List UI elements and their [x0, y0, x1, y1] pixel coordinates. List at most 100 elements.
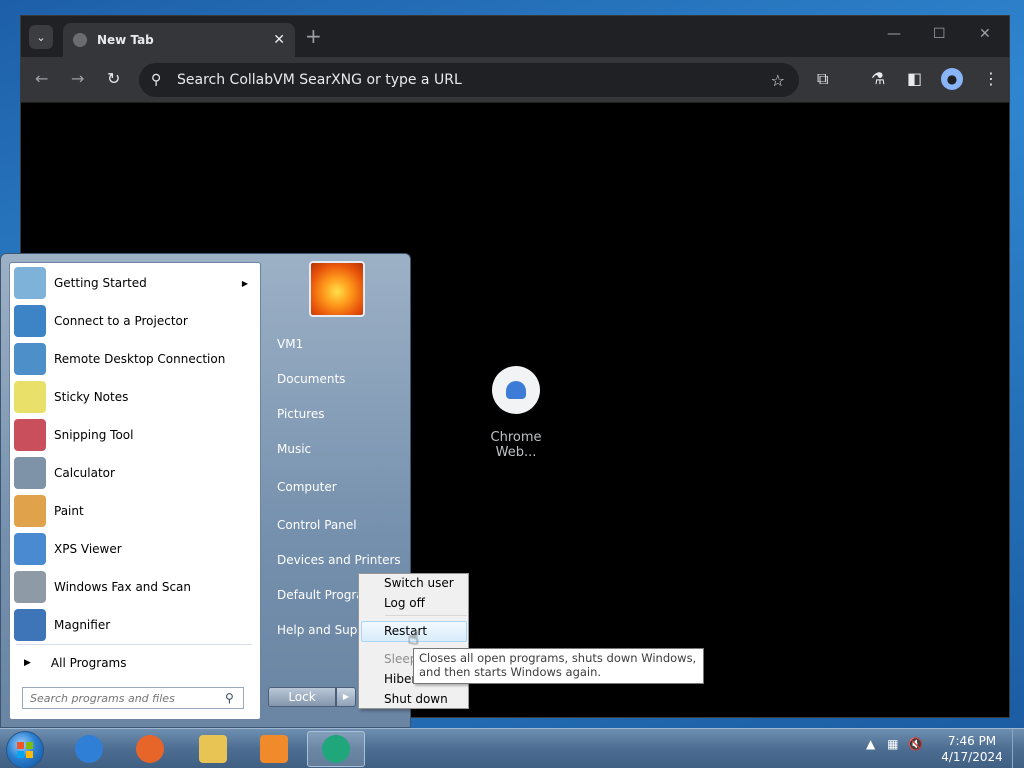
- program-label: Remote Desktop Connection: [54, 352, 226, 366]
- new-tab-button[interactable]: +: [305, 26, 322, 46]
- projector-icon: [14, 305, 46, 337]
- start-button[interactable]: [6, 731, 44, 768]
- browser-toolbar: ← → ↻ ⚲ Search CollabVM SearXNG or type …: [21, 57, 1009, 103]
- program-snipping-tool[interactable]: Snipping Tool: [12, 417, 258, 453]
- side-panel-icon[interactable]: ◧: [907, 71, 922, 87]
- tab-close-icon[interactable]: ✕: [273, 32, 285, 48]
- shutdown-options-arrow-icon[interactable]: ▶: [336, 687, 356, 707]
- taskbar-chrome[interactable]: [307, 731, 365, 767]
- browser-titlebar: ⌄ New Tab ✕ + — ☐ ✕: [21, 16, 1009, 57]
- show-hidden-icons-arrow-icon[interactable]: ▲: [866, 737, 875, 751]
- program-label: Calculator: [54, 466, 115, 480]
- start-item-user[interactable]: VM1: [277, 337, 303, 351]
- show-desktop-button[interactable]: [1012, 729, 1024, 768]
- program-connect-projector[interactable]: Connect to a Projector: [12, 303, 258, 339]
- close-window-icon[interactable]: ✕: [979, 26, 991, 42]
- tab-search-button[interactable]: ⌄: [29, 25, 53, 49]
- all-programs-button[interactable]: ▶ All Programs: [18, 652, 252, 674]
- program-sticky-notes[interactable]: Sticky Notes: [12, 379, 258, 415]
- user-picture[interactable]: [309, 261, 365, 317]
- program-label: Magnifier: [54, 618, 111, 632]
- tab-title: New Tab: [97, 33, 154, 47]
- search-icon: ⚲: [151, 72, 162, 88]
- program-calculator[interactable]: Calculator: [12, 455, 258, 491]
- network-icon[interactable]: ▦: [887, 737, 898, 751]
- system-tray: ▲ ▦ 🔇: [866, 737, 923, 751]
- clock-date: 4/17/2024: [941, 750, 1003, 764]
- taskbar-firefox[interactable]: [121, 731, 179, 767]
- getting-started-icon: [14, 267, 46, 299]
- menu-dots-icon[interactable]: ⋮: [983, 71, 999, 87]
- sticky-notes-icon: [14, 381, 46, 413]
- menu-item-log-off[interactable]: Log off: [384, 596, 425, 610]
- calculator-icon: [14, 457, 46, 489]
- address-bar[interactable]: ⚲ Search CollabVM SearXNG or type a URL …: [139, 63, 799, 97]
- start-item-music[interactable]: Music: [277, 442, 311, 456]
- menu-item-restart[interactable]: Restart: [384, 624, 427, 638]
- fax-scan-icon: [14, 571, 46, 603]
- submenu-arrow-icon: ▶: [241, 278, 248, 288]
- volume-muted-icon[interactable]: 🔇: [908, 737, 923, 751]
- media-player-icon: [260, 735, 288, 763]
- menu-item-shut-down[interactable]: Shut down: [384, 692, 448, 706]
- hand-cursor-icon: ☝: [408, 628, 419, 649]
- forward-icon[interactable]: →: [71, 71, 84, 87]
- clock-time: 7:46 PM: [947, 734, 997, 748]
- taskbar-file-explorer[interactable]: [184, 731, 242, 767]
- internet-explorer-icon: [75, 735, 103, 763]
- program-label: Sticky Notes: [54, 390, 129, 404]
- restart-tooltip: Closes all open programs, shuts down Win…: [413, 648, 704, 684]
- xps-viewer-icon: [14, 533, 46, 565]
- folder-icon: [199, 735, 227, 763]
- magnifier-icon: [14, 609, 46, 641]
- taskbar: ▲ ▦ 🔇 7:46 PM 4/17/2024: [0, 728, 1024, 768]
- program-getting-started[interactable]: Getting Started ▶: [12, 265, 258, 301]
- program-label: Getting Started: [54, 276, 147, 290]
- start-item-pictures[interactable]: Pictures: [277, 407, 325, 421]
- taskbar-media-player[interactable]: [245, 731, 303, 767]
- scissors-icon: [14, 419, 46, 451]
- programs-pane: Getting Started ▶ Connect to a Projector…: [9, 262, 261, 720]
- start-search-input[interactable]: [23, 691, 225, 705]
- minimize-icon[interactable]: —: [887, 26, 901, 42]
- remote-desktop-icon: [14, 343, 46, 375]
- maximize-icon[interactable]: ☐: [933, 26, 946, 42]
- program-magnifier[interactable]: Magnifier: [12, 607, 258, 643]
- chrome-web-store-shortcut[interactable]: Chrome Web...: [471, 366, 561, 460]
- search-icon: ⚲: [225, 691, 234, 705]
- program-label: Snipping Tool: [54, 428, 134, 442]
- start-menu: Getting Started ▶ Connect to a Projector…: [0, 253, 411, 728]
- back-icon[interactable]: ←: [35, 71, 48, 87]
- program-label: Paint: [54, 504, 84, 518]
- all-programs-label: All Programs: [50, 656, 127, 670]
- paint-icon: [14, 495, 46, 527]
- labs-flask-icon[interactable]: ⚗: [871, 71, 885, 87]
- start-item-control-panel[interactable]: Control Panel: [277, 518, 357, 532]
- program-paint[interactable]: Paint: [12, 493, 258, 529]
- program-xps-viewer[interactable]: XPS Viewer: [12, 531, 258, 567]
- reload-icon[interactable]: ↻: [107, 71, 120, 87]
- extensions-icon[interactable]: ⧉: [817, 71, 828, 87]
- start-item-devices-printers[interactable]: Devices and Printers: [277, 553, 401, 567]
- triangle-right-icon: ▶: [24, 658, 31, 668]
- start-search-box[interactable]: ⚲: [22, 687, 244, 709]
- menu-item-switch-user[interactable]: Switch user: [384, 576, 454, 590]
- start-item-documents[interactable]: Documents: [277, 372, 345, 386]
- tab-new-tab[interactable]: New Tab ✕: [63, 23, 295, 57]
- program-label: Connect to a Projector: [54, 314, 188, 328]
- shortcut-label: Chrome Web...: [490, 430, 542, 460]
- bookmark-star-icon[interactable]: ☆: [771, 71, 785, 90]
- program-remote-desktop[interactable]: Remote Desktop Connection: [12, 341, 258, 377]
- program-label: Windows Fax and Scan: [54, 580, 192, 594]
- lock-button[interactable]: Lock: [268, 687, 336, 707]
- globe-icon: [73, 33, 87, 47]
- taskbar-internet-explorer[interactable]: [60, 731, 118, 767]
- web-store-icon: [492, 366, 540, 414]
- clock[interactable]: 7:46 PM 4/17/2024: [940, 733, 1004, 765]
- program-fax-scan[interactable]: Windows Fax and Scan: [12, 569, 258, 605]
- windows-logo-icon: [17, 742, 33, 758]
- firefox-icon: [136, 735, 164, 763]
- submenu-divider: [385, 615, 467, 616]
- profile-avatar-icon[interactable]: ●: [941, 68, 963, 90]
- start-item-computer[interactable]: Computer: [277, 480, 337, 494]
